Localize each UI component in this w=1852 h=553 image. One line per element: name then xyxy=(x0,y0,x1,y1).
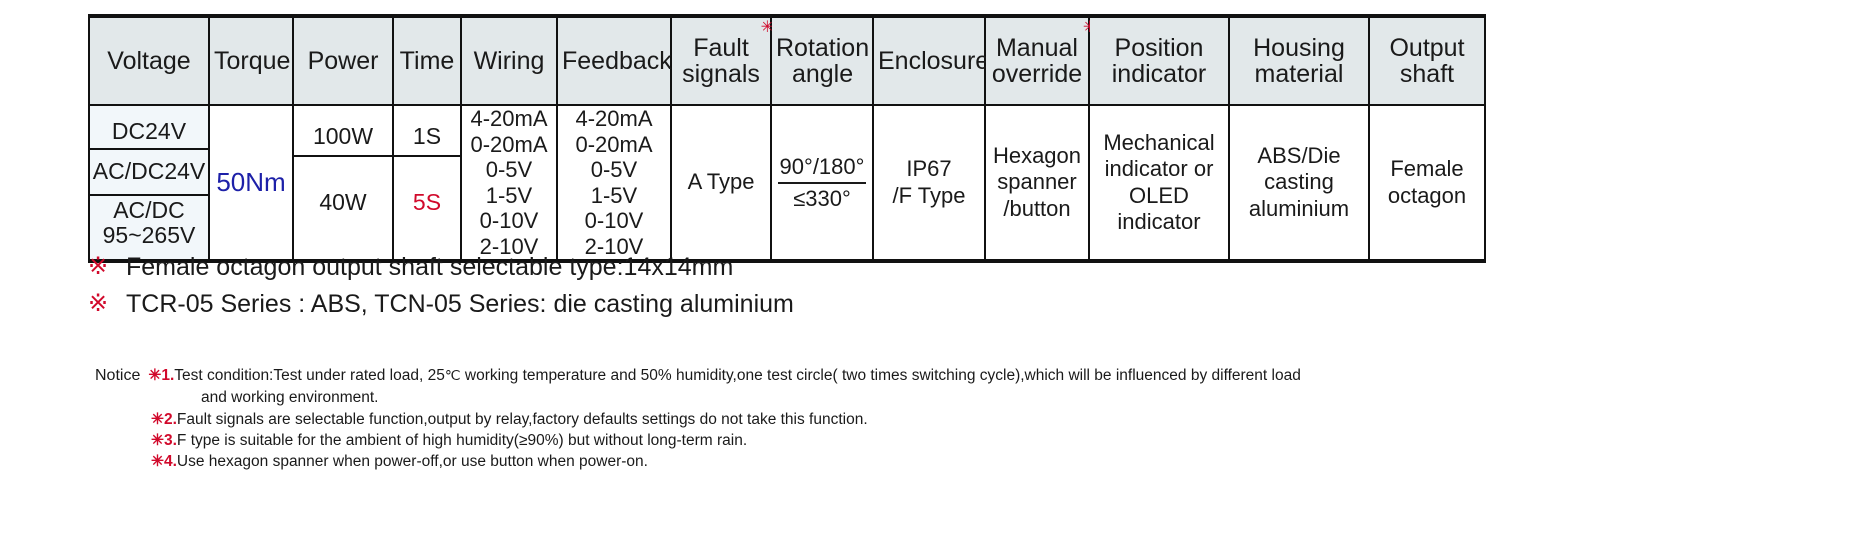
col-header-torque-label: Torque xyxy=(214,46,291,75)
col-header-feedback-label: Feedback xyxy=(562,46,672,75)
col-header-power-label: Power xyxy=(307,46,379,75)
col-header-feedback: Feedback xyxy=(556,16,672,106)
cell-housing-material: ABS/Die casting aluminium xyxy=(1228,105,1370,262)
voltage-option-1: DC24V xyxy=(90,116,208,150)
cell-output-shaft: Female octagon xyxy=(1368,105,1486,262)
voltage-option-3: AC/DC 95~265V xyxy=(102,197,196,248)
star-note-item: ※ TCR-05 Series : ABS, TCN-05 Series: di… xyxy=(88,289,1288,320)
col-header-output-shaft-label: Output shaft xyxy=(1389,33,1465,88)
cell-voltage: DC24V AC/DC24V AC/DC 95~265V xyxy=(88,105,210,262)
cell-torque: 50Nm xyxy=(208,105,294,262)
reference-mark-icon: ※ xyxy=(88,253,109,280)
notice-item-1-text: Test condition:Test under rated load, 25… xyxy=(174,366,1595,386)
rotation-angle-fraction: 90°/180° ≤330° xyxy=(777,153,867,212)
cell-manual-override: Hexagon spanner /button xyxy=(984,105,1090,262)
cell-enclosure: IP67 /F Type xyxy=(872,105,986,262)
col-header-rotation-angle: Rotation angle xyxy=(770,16,874,106)
col-header-voltage: Voltage xyxy=(88,16,210,106)
specification-table-container: Voltage Torque Power Time Wiring Feedbac… xyxy=(88,14,1486,264)
col-header-housing-material: Housing material xyxy=(1228,16,1370,106)
col-header-time-label: Time xyxy=(399,46,455,75)
reference-mark-icon: ※ xyxy=(88,290,109,317)
notice-item-4: ✳4. Use hexagon spanner when power-off,o… xyxy=(95,452,1595,472)
power-value-top: 100W xyxy=(294,118,392,157)
cell-rotation-angle: 90°/180° ≤330° xyxy=(770,105,874,262)
col-header-fault-signals: Fault signals ✳2 xyxy=(670,16,782,106)
star-notes-list: ※ Female octagon output shaft selectable… xyxy=(88,252,1288,326)
col-header-position-indicator-label: Position indicator xyxy=(1111,33,1207,88)
voltage-option-2: AC/DC24V xyxy=(90,150,208,196)
power-value-bottom: 40W xyxy=(319,188,367,215)
col-header-torque: Torque xyxy=(208,16,294,106)
col-header-wiring-label: Wiring xyxy=(473,46,545,75)
footnote-marker-1-icon: ✳1. xyxy=(148,367,175,384)
col-header-housing-material-label: Housing material xyxy=(1253,33,1345,88)
specification-table: Voltage Torque Power Time Wiring Feedbac… xyxy=(88,14,1486,264)
star-note-text: TCR-05 Series : ABS, TCN-05 Series: die … xyxy=(126,290,794,318)
rotation-angle-numerator: 90°/180° xyxy=(777,153,867,184)
wiring-options: 4-20mA 0-20mA 0-5V 1-5V 0-10V 2-10V xyxy=(470,106,548,259)
cell-position-indicator: Mechanical indicator or OLED indicator xyxy=(1088,105,1230,262)
col-header-enclosure: Enclosure ✳3 xyxy=(872,16,1012,106)
rotation-angle-denominator: ≤330° xyxy=(793,185,851,211)
notice-item-1: Notice ✳1. Test condition:Test under rat… xyxy=(95,366,1595,387)
position-indicator-value: Mechanical indicator or OLED indicator xyxy=(1103,129,1215,234)
col-header-output-shaft: Output shaft xyxy=(1368,16,1486,106)
fault-signals-value: A Type xyxy=(687,169,755,195)
star-note-item: ※ Female octagon output shaft selectable… xyxy=(88,252,1288,283)
time-value-top: 1S xyxy=(394,118,460,157)
notice-item-3-text: F type is suitable for the ambient of hi… xyxy=(176,432,748,450)
feedback-options: 4-20mA 0-20mA 0-5V 1-5V 0-10V 2-10V xyxy=(575,106,653,259)
col-header-voltage-label: Voltage xyxy=(107,46,191,75)
notice-1-part-a: Test condition:Test under rated load, 25 xyxy=(174,367,445,384)
temperature-unit: ℃ xyxy=(444,367,461,383)
notice-item-1-continuation: and working environment. xyxy=(201,388,379,406)
output-shaft-value: Female octagon xyxy=(1387,156,1467,208)
cell-fault-signals: A Type xyxy=(670,105,772,262)
notice-block: Notice ✳1. Test condition:Test under rat… xyxy=(95,366,1595,473)
table-header-row: Voltage Torque Power Time Wiring Feedbac… xyxy=(88,16,1486,106)
manual-override-value: Hexagon spanner /button xyxy=(992,142,1082,221)
footnote-marker-3-icon: ✳3. xyxy=(151,432,177,450)
footnote-marker-4-icon: ✳4. xyxy=(151,453,177,471)
cell-feedback: 4-20mA 0-20mA 0-5V 1-5V 0-10V 2-10V xyxy=(556,105,672,262)
footnote-marker-2-icon: ✳2. xyxy=(151,410,177,428)
table-data-row: DC24V AC/DC24V AC/DC 95~265V 50Nm 100W 4… xyxy=(88,105,1486,262)
torque-value: 50Nm xyxy=(216,166,286,197)
col-header-fault-signals-label: Fault signals xyxy=(682,33,760,88)
notice-label: Notice xyxy=(95,367,141,384)
spec-sheet-page: Voltage Torque Power Time Wiring Feedbac… xyxy=(0,0,1852,553)
col-header-enclosure-label: Enclosure xyxy=(878,46,990,75)
col-header-rotation-angle-label: Rotation angle xyxy=(776,33,870,88)
star-note-text: Female octagon output shaft selectable t… xyxy=(126,253,734,281)
col-header-power: Power xyxy=(292,16,394,106)
col-header-manual-override: Manual override ✳4 xyxy=(984,16,1105,106)
notice-item-3: ✳3. F type is suitable for the ambient o… xyxy=(95,431,1595,451)
cell-power: 100W 40W xyxy=(292,105,394,262)
enclosure-value: IP67 /F Type xyxy=(892,156,966,208)
time-value-bottom: 5S xyxy=(412,188,442,215)
housing-material-value: ABS/Die casting aluminium xyxy=(1248,142,1350,221)
notice-1-part-b: working temperature and 50% humidity,one… xyxy=(460,367,1301,384)
cell-wiring: 4-20mA 0-20mA 0-5V 1-5V 0-10V 2-10V xyxy=(460,105,558,262)
col-header-manual-override-label: Manual override xyxy=(991,33,1083,88)
notice-item-2: ✳2. Fault signals are selectable functio… xyxy=(95,410,1595,430)
notice-item-4-text: Use hexagon spanner when power-off,or us… xyxy=(176,453,648,471)
col-header-time: Time xyxy=(392,16,462,106)
cell-time: 1S 5S xyxy=(392,105,462,262)
col-header-position-indicator: Position indicator xyxy=(1088,16,1230,106)
col-header-wiring: Wiring xyxy=(460,16,558,106)
notice-item-2-text: Fault signals are selectable function,ou… xyxy=(176,410,868,428)
